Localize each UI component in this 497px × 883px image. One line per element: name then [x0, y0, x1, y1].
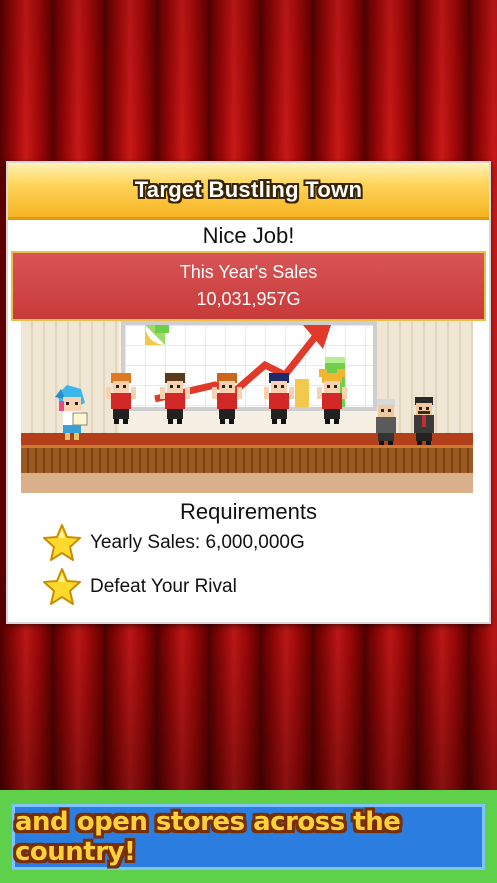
requirement-label: Yearly Sales: 6,000,000G — [90, 532, 305, 553]
promo-banner-text: and open stores across the country! — [15, 807, 401, 867]
staff-character-4 — [264, 373, 294, 424]
results-dialog: Target Bustling Town Nice Job! This Year… — [6, 161, 491, 624]
rival-character-2 — [414, 397, 434, 445]
staff-character-1 — [106, 373, 136, 424]
celebration-scene — [21, 321, 473, 493]
sales-label: This Year's Sales — [179, 262, 318, 282]
scene-stage — [21, 445, 473, 476]
staff-character-5 — [317, 369, 347, 424]
result-message: Nice Job! — [202, 223, 295, 248]
star-icon — [43, 524, 81, 561]
requirement-label: Defeat Your Rival — [90, 576, 237, 597]
dialog-header: Target Bustling Town — [8, 163, 489, 220]
requirement-item: Defeat Your Rival — [42, 567, 237, 607]
requirements-heading: Requirements — [180, 499, 317, 524]
sales-value: 10,031,957G — [196, 289, 301, 309]
promo-banner-panel: and open stores across the country! — [12, 804, 485, 870]
rival-character-1 — [376, 399, 396, 445]
requirement-item: Yearly Sales: 6,000,000G — [42, 523, 305, 563]
star-icon — [43, 568, 81, 605]
staff-character-2 — [160, 373, 190, 424]
sales-summary: This Year's Sales 10,031,957G — [11, 251, 486, 321]
dialog-title: Target Bustling Town — [134, 177, 363, 202]
staff-character-3 — [212, 373, 242, 424]
promo-banner: and open stores across the country! — [0, 790, 497, 883]
mascot-character — [55, 385, 88, 440]
scene-stage-base — [21, 473, 473, 493]
